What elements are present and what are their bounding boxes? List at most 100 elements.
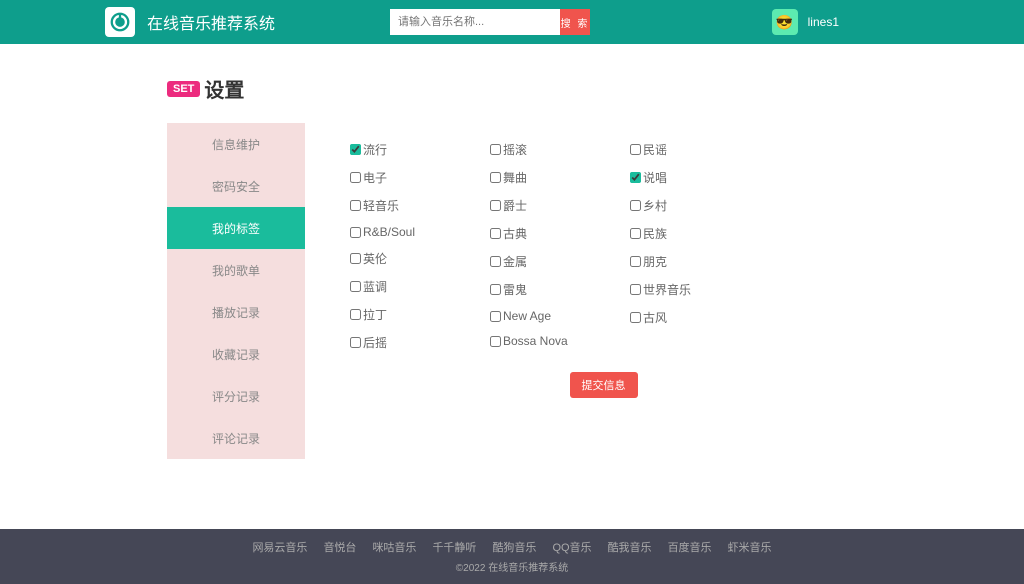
tag-checkbox[interactable] bbox=[630, 144, 641, 155]
footer-link-6[interactable]: 酷我音乐 bbox=[608, 542, 652, 554]
tag-label: 民谣 bbox=[643, 141, 667, 158]
tag-label: 摇滚 bbox=[503, 141, 527, 158]
footer-link-8[interactable]: 虾米音乐 bbox=[728, 542, 772, 554]
tag-label: New Age bbox=[503, 309, 551, 323]
tag-label: Bossa Nova bbox=[503, 334, 568, 348]
tag-checkbox[interactable] bbox=[490, 336, 501, 347]
tag-checkbox[interactable] bbox=[350, 253, 361, 264]
avatar: 😎 bbox=[772, 9, 798, 35]
tag-checkbox[interactable] bbox=[490, 311, 501, 322]
tag-item-col3-2[interactable]: 乡村 bbox=[630, 197, 770, 214]
tag-checkbox[interactable] bbox=[490, 284, 501, 295]
sidebar-item-6[interactable]: 评分记录 bbox=[167, 375, 305, 417]
tag-label: 拉丁 bbox=[363, 306, 387, 323]
user-section[interactable]: 😎 lines1 bbox=[772, 9, 839, 35]
tags-col-2: 摇滚舞曲爵士古典金属雷鬼 New Age Bossa Nova bbox=[490, 141, 630, 362]
footer-link-7[interactable]: 百度音乐 bbox=[668, 542, 712, 554]
tag-checkbox[interactable] bbox=[630, 172, 641, 183]
tag-label: 乡村 bbox=[643, 197, 667, 214]
tag-item-col3-1[interactable]: 说唱 bbox=[630, 169, 770, 186]
footer-link-1[interactable]: 音悦台 bbox=[323, 542, 356, 554]
submit-button[interactable]: 提交信息 bbox=[570, 372, 638, 398]
tag-checkbox[interactable] bbox=[350, 309, 361, 320]
logo-icon bbox=[105, 7, 135, 37]
tag-label: 轻音乐 bbox=[363, 197, 399, 214]
tag-item-col1-3[interactable]: R&B/Soul bbox=[350, 225, 490, 239]
tag-label: 说唱 bbox=[643, 169, 667, 186]
tag-label: 世界音乐 bbox=[643, 281, 691, 298]
tag-item-col2-6[interactable]: New Age bbox=[490, 309, 630, 323]
tag-label: R&B/Soul bbox=[363, 225, 415, 239]
tag-item-col1-0[interactable]: 流行 bbox=[350, 141, 490, 158]
footer-link-5[interactable]: QQ音乐 bbox=[552, 542, 591, 554]
tag-item-col1-1[interactable]: 电子 bbox=[350, 169, 490, 186]
tag-label: 后摇 bbox=[363, 334, 387, 351]
tag-item-col1-6[interactable]: 拉丁 bbox=[350, 306, 490, 323]
tag-checkbox[interactable] bbox=[350, 200, 361, 211]
footer-link-2[interactable]: 咪咕音乐 bbox=[372, 542, 416, 554]
sidebar-item-5[interactable]: 收藏记录 bbox=[167, 333, 305, 375]
tag-item-col1-5[interactable]: 蓝调 bbox=[350, 278, 490, 295]
page-badge: SET bbox=[167, 81, 200, 97]
tag-item-col3-6[interactable]: 古风 bbox=[630, 309, 770, 326]
footer-link-3[interactable]: 千千静听 bbox=[432, 542, 476, 554]
sidebar: 信息维护密码安全我的标签我的歌单播放记录收藏记录评分记录评论记录 bbox=[167, 123, 305, 459]
sidebar-item-3[interactable]: 我的歌单 bbox=[167, 249, 305, 291]
tag-checkbox[interactable] bbox=[490, 200, 501, 211]
tag-item-col1-7[interactable]: 后摇 bbox=[350, 334, 490, 351]
tag-item-col2-3[interactable]: 古典 bbox=[490, 225, 630, 242]
tag-checkbox[interactable] bbox=[630, 200, 641, 211]
sidebar-item-0[interactable]: 信息维护 bbox=[167, 123, 305, 165]
tag-checkbox[interactable] bbox=[490, 256, 501, 267]
tag-label: 爵士 bbox=[503, 197, 527, 214]
tag-item-col2-5[interactable]: 雷鬼 bbox=[490, 281, 630, 298]
sidebar-item-4[interactable]: 播放记录 bbox=[167, 291, 305, 333]
tag-label: 古风 bbox=[643, 309, 667, 326]
footer-link-0[interactable]: 网易云音乐 bbox=[252, 542, 307, 554]
tag-checkbox[interactable] bbox=[630, 256, 641, 267]
tag-checkbox[interactable] bbox=[350, 144, 361, 155]
content-row: 信息维护密码安全我的标签我的歌单播放记录收藏记录评分记录评论记录 流行电子轻音乐… bbox=[167, 123, 857, 459]
header: 在线音乐推荐系统 搜 索 😎 lines1 bbox=[0, 0, 1024, 44]
tags-col-3: 民谣说唱乡村民族朋克世界音乐古风 bbox=[630, 141, 770, 362]
tag-checkbox[interactable] bbox=[350, 172, 361, 183]
tag-checkbox[interactable] bbox=[490, 144, 501, 155]
footer-link-4[interactable]: 酷狗音乐 bbox=[492, 542, 536, 554]
tag-item-col2-0[interactable]: 摇滚 bbox=[490, 141, 630, 158]
tag-item-col3-5[interactable]: 世界音乐 bbox=[630, 281, 770, 298]
tag-checkbox[interactable] bbox=[490, 172, 501, 183]
tag-label: 流行 bbox=[363, 141, 387, 158]
tag-item-col2-4[interactable]: 金属 bbox=[490, 253, 630, 270]
tag-label: 民族 bbox=[643, 225, 667, 242]
sidebar-item-2[interactable]: 我的标签 bbox=[167, 207, 305, 249]
tag-item-col3-0[interactable]: 民谣 bbox=[630, 141, 770, 158]
username: lines1 bbox=[808, 15, 839, 29]
tag-item-col2-1[interactable]: 舞曲 bbox=[490, 169, 630, 186]
search-input[interactable] bbox=[390, 9, 560, 35]
tag-item-col2-7[interactable]: Bossa Nova bbox=[490, 334, 630, 348]
app-title: 在线音乐推荐系统 bbox=[147, 10, 275, 34]
tag-checkbox[interactable] bbox=[630, 312, 641, 323]
copyright: ©2022 在线音乐推荐系统 bbox=[0, 559, 1024, 574]
tag-checkbox[interactable] bbox=[630, 228, 641, 239]
tag-label: 蓝调 bbox=[363, 278, 387, 295]
tag-item-col1-2[interactable]: 轻音乐 bbox=[350, 197, 490, 214]
tag-item-col2-2[interactable]: 爵士 bbox=[490, 197, 630, 214]
tag-item-col3-3[interactable]: 民族 bbox=[630, 225, 770, 242]
tag-item-col1-4[interactable]: 英伦 bbox=[350, 250, 490, 267]
tag-item-col3-4[interactable]: 朋克 bbox=[630, 253, 770, 270]
sidebar-item-1[interactable]: 密码安全 bbox=[167, 165, 305, 207]
footer-links: 网易云音乐 音悦台 咪咕音乐 千千静听 酷狗音乐 QQ音乐 酷我音乐 百度音乐 虾米音乐 bbox=[0, 539, 1024, 555]
tags-col-1: 流行电子轻音乐 R&B/Soul 英伦蓝调拉丁后摇 bbox=[350, 141, 490, 362]
tag-checkbox[interactable] bbox=[350, 337, 361, 348]
page-header: SET 设置 bbox=[167, 74, 857, 103]
tag-checkbox[interactable] bbox=[350, 281, 361, 292]
tag-label: 金属 bbox=[503, 253, 527, 270]
tag-checkbox[interactable] bbox=[350, 227, 361, 238]
tag-label: 朋克 bbox=[643, 253, 667, 270]
tag-checkbox[interactable] bbox=[490, 228, 501, 239]
search-section: 搜 索 bbox=[390, 9, 590, 35]
search-button[interactable]: 搜 索 bbox=[560, 9, 590, 35]
tag-checkbox[interactable] bbox=[630, 284, 641, 295]
sidebar-item-7[interactable]: 评论记录 bbox=[167, 417, 305, 459]
